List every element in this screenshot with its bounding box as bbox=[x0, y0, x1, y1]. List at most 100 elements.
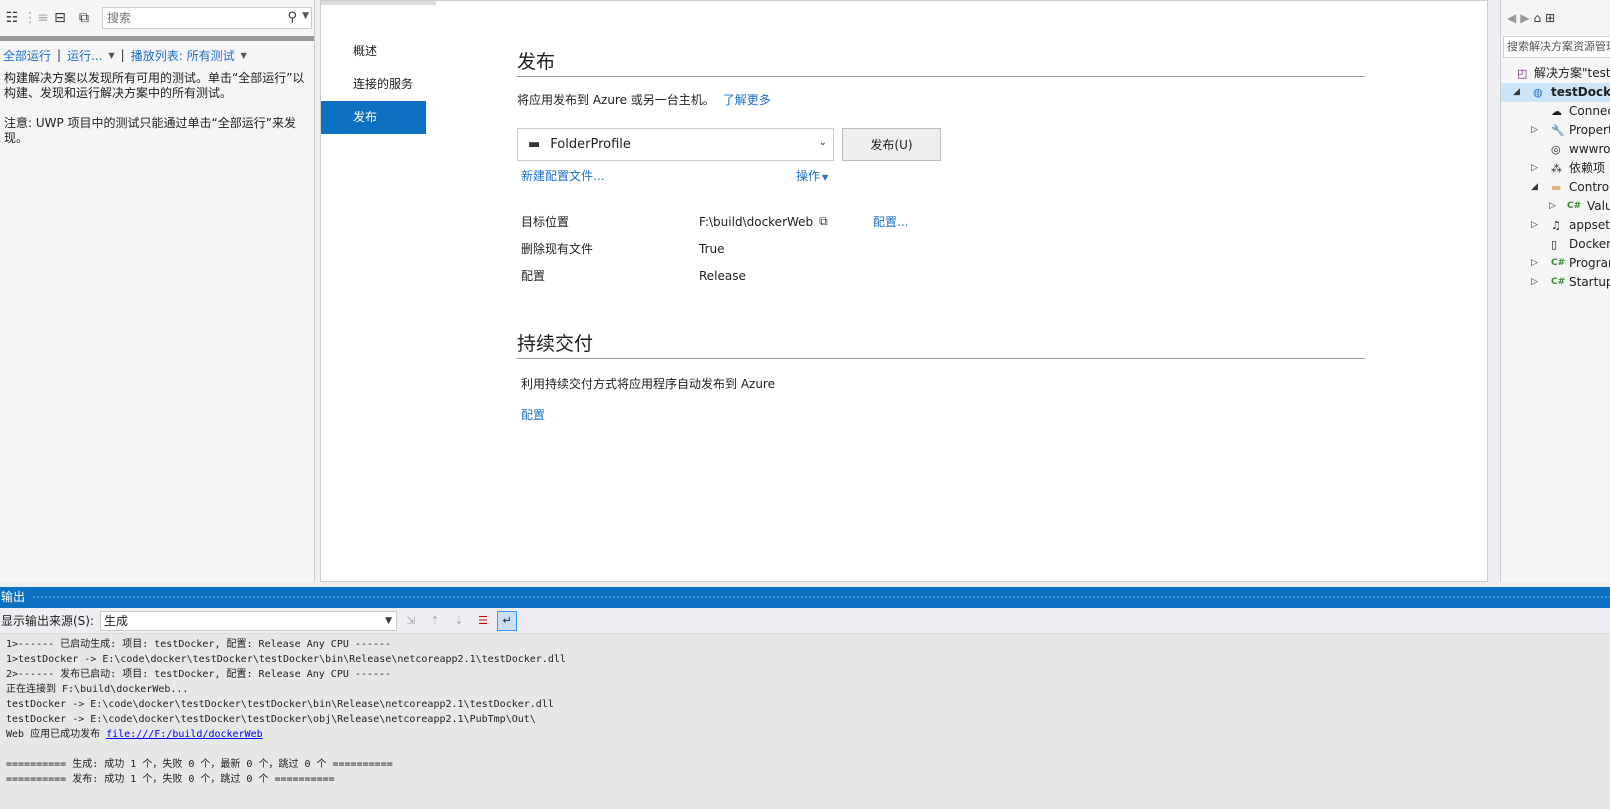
wrench-icon: 🔧 bbox=[1551, 124, 1565, 137]
test-explorer-message: 构建解决方案以发现所有可用的测试。单击“全部运行”以构建、发现和运行解决方案中的… bbox=[0, 69, 314, 146]
test-explorer-panel: ☷ ⋮≡ ⊟ ⧉ ⚲ ▼ 全部运行 | 运行... ▼ | 播放列表: 所有测试… bbox=[0, 0, 315, 582]
collapsed-arrow-icon[interactable]: ▷ bbox=[1531, 216, 1538, 235]
separator: | bbox=[120, 48, 125, 62]
publish-document: 概述 连接的服务 发布 发布 将应用发布到 Azure 或另一台主机。 了解更多 … bbox=[320, 0, 1488, 582]
chevron-down-icon[interactable]: ▼ bbox=[385, 612, 392, 630]
tree-node-label: Program.cs bbox=[1569, 256, 1610, 270]
output-line: testDocker -> E:\code\docker\testDocker\… bbox=[6, 699, 554, 710]
expanded-arrow-icon[interactable]: ◢ bbox=[1513, 83, 1520, 102]
chevron-down-icon[interactable]: ⌄ bbox=[819, 137, 827, 148]
title-grip bbox=[32, 595, 1610, 600]
profile-name: FolderProfile bbox=[550, 137, 631, 152]
output-title-bar[interactable]: 输出 bbox=[0, 587, 1610, 608]
profile-row: ▬ FolderProfile ⌄ 发布(U) bbox=[517, 128, 1365, 161]
collapsed-arrow-icon[interactable]: ▷ bbox=[1531, 121, 1538, 140]
nav-publish[interactable]: 发布 bbox=[321, 101, 426, 134]
nav-overview[interactable]: 概述 bbox=[321, 35, 426, 68]
playlist-link[interactable]: 播放列表: 所有测试 bbox=[131, 47, 235, 64]
forward-icon[interactable]: ▶ bbox=[1520, 11, 1529, 25]
test-run-links: 全部运行 | 运行... ▼ | 播放列表: 所有测试 ▼ bbox=[0, 41, 314, 69]
hierarchy-icon[interactable]: ⋮≡ bbox=[23, 8, 49, 28]
chevron-down-icon[interactable]: ▼ bbox=[241, 51, 247, 60]
output-line: 1>------ 已启动生成: 项目: testDocker, 配置: Rele… bbox=[6, 639, 392, 650]
tree-node-connected-services[interactable]: ☁ Connected Services bbox=[1501, 102, 1610, 121]
tree-node-label: ValuesController.cs bbox=[1587, 199, 1610, 213]
continuous-delivery-configure-link[interactable]: 配置 bbox=[517, 406, 1365, 423]
switch-views-icon[interactable]: ⊞ bbox=[1545, 11, 1555, 25]
publish-summary: ========== 发布: 成功 1 个，失败 0 个，跳过 0 个 ====… bbox=[6, 774, 335, 785]
clear-all-icon[interactable]: ☰ bbox=[473, 611, 493, 631]
solution-search-box[interactable]: 搜索解决方案资源管理器 bbox=[1503, 36, 1610, 58]
tree-node-label: 依赖项 bbox=[1569, 161, 1606, 175]
configure-profile-link[interactable]: 配置... bbox=[873, 213, 908, 230]
output-source-value: 生成 bbox=[104, 613, 129, 628]
tree-node-appsettings[interactable]: ▷ ♫ appsettings.json bbox=[1501, 216, 1610, 235]
tree-node-dependencies[interactable]: ▷ ⁂ 依赖项 bbox=[1501, 159, 1610, 178]
tree-node-startup[interactable]: ▷ C# Startup.cs bbox=[1501, 273, 1610, 292]
publish-location-link[interactable]: file:///F:/build/dockerWeb bbox=[106, 729, 263, 740]
folder-icon: ▬ bbox=[528, 137, 541, 152]
separator: | bbox=[57, 48, 62, 62]
group-by-icon[interactable]: ☷ bbox=[2, 8, 22, 28]
columns-icon[interactable]: ⊟ bbox=[50, 8, 70, 28]
previous-message-icon[interactable]: ⇡ bbox=[425, 611, 445, 631]
test-search-box[interactable]: ⚲ ▼ bbox=[102, 7, 312, 29]
chevron-down-icon[interactable]: ▼ bbox=[302, 11, 309, 21]
copy-window-icon[interactable]: ⧉ bbox=[74, 8, 94, 28]
success-text: Web 应用已成功发布 bbox=[6, 729, 107, 740]
tree-node-label: Properties bbox=[1569, 123, 1610, 137]
property-key: 删除现有文件 bbox=[521, 242, 594, 256]
collapsed-arrow-icon[interactable]: ▷ bbox=[1531, 159, 1538, 178]
word-wrap-icon[interactable]: ↵ bbox=[497, 610, 518, 631]
actions-menu[interactable]: 操作 ▼ bbox=[796, 167, 828, 184]
property-value: F:\build\dockerWeb ⧉ bbox=[699, 214, 873, 229]
output-text[interactable]: 1>------ 已启动生成: 项目: testDocker, 配置: Rele… bbox=[0, 634, 1610, 790]
publish-button[interactable]: 发布(U) bbox=[842, 128, 941, 161]
publish-description-text: 将应用发布到 Azure 或另一台主机。 bbox=[517, 93, 715, 107]
tree-node-solution[interactable]: ◰ 解决方案"testDocker" bbox=[1501, 64, 1610, 83]
output-window: 输出 显示输出来源(S): 生成 ▼ ⇲ ⇡ ⇣ ☰ ↵ 1>------ 已启… bbox=[0, 587, 1610, 809]
property-row: 删除现有文件 True bbox=[521, 235, 1365, 262]
output-source-dropdown[interactable]: 生成 ▼ bbox=[100, 610, 398, 631]
test-search-input[interactable] bbox=[103, 8, 273, 28]
chevron-down-icon[interactable]: ▼ bbox=[109, 51, 115, 60]
tree-node-controllers[interactable]: ◢ ▬ Controllers bbox=[1501, 178, 1610, 197]
actions-label: 操作 bbox=[796, 169, 821, 183]
copy-icon[interactable]: ⧉ bbox=[819, 214, 828, 229]
home-icon[interactable]: ⌂ bbox=[1533, 11, 1541, 25]
tree-node-project[interactable]: ◢ ◍ testDocker bbox=[1501, 83, 1610, 102]
tree-node-properties[interactable]: ▷ 🔧 Properties bbox=[1501, 121, 1610, 140]
collapsed-arrow-icon[interactable]: ▷ bbox=[1531, 273, 1538, 292]
run-link[interactable]: 运行... bbox=[67, 47, 102, 64]
back-icon[interactable]: ◀ bbox=[1507, 11, 1516, 25]
search-icon[interactable]: ⚲ bbox=[287, 10, 297, 25]
nav-connected-services[interactable]: 连接的服务 bbox=[321, 68, 426, 101]
collapsed-arrow-icon[interactable]: ▷ bbox=[1531, 254, 1538, 273]
property-row: 配置 Release bbox=[521, 262, 1365, 289]
output-title: 输出 bbox=[1, 590, 26, 604]
collapsed-arrow-icon[interactable]: ▷ bbox=[1549, 197, 1556, 216]
tree-node-dockerfile[interactable]: ▯ Dockerfile bbox=[1501, 235, 1610, 254]
tree-node-label: 解决方案"testDocker" bbox=[1534, 66, 1610, 80]
tree-node-wwwroot[interactable]: ◎ wwwroot bbox=[1501, 140, 1610, 159]
new-profile-link[interactable]: 新建配置文件... bbox=[521, 167, 796, 184]
file-icon: ▯ bbox=[1551, 238, 1558, 251]
publish-description: 将应用发布到 Azure 或另一台主机。 了解更多 bbox=[517, 91, 1365, 108]
publish-main: 发布 将应用发布到 Azure 或另一台主机。 了解更多 ▬ FolderProf… bbox=[517, 47, 1365, 423]
tree-node-values-controller[interactable]: ▷ C# ValuesController.cs bbox=[1501, 197, 1610, 216]
continuous-delivery-description: 利用持续交付方式将应用程序自动发布到 Azure bbox=[521, 377, 775, 391]
tree-node-label: Startup.cs bbox=[1569, 275, 1610, 289]
learn-more-link[interactable]: 了解更多 bbox=[723, 93, 771, 107]
solution-explorer-toolbar: ◀ ▶ ⌂ ⊞ bbox=[1501, 0, 1610, 36]
find-message-icon[interactable]: ⇲ bbox=[401, 611, 421, 631]
profile-dropdown[interactable]: ▬ FolderProfile ⌄ bbox=[517, 128, 834, 161]
run-all-link[interactable]: 全部运行 bbox=[3, 47, 51, 64]
tree-node-program[interactable]: ▷ C# Program.cs bbox=[1501, 254, 1610, 273]
next-message-icon[interactable]: ⇣ bbox=[449, 611, 469, 631]
tree-node-label: Controllers bbox=[1569, 180, 1610, 194]
discover-message: 构建解决方案以发现所有可用的测试。单击“全部运行”以构建、发现和运行解决方案中的… bbox=[4, 71, 305, 100]
folder-icon: ▬ bbox=[1551, 181, 1562, 194]
tree-node-label: appsettings.json bbox=[1569, 218, 1610, 232]
output-line: testDocker -> E:\code\docker\testDocker\… bbox=[6, 714, 536, 725]
expanded-arrow-icon[interactable]: ◢ bbox=[1531, 178, 1538, 197]
